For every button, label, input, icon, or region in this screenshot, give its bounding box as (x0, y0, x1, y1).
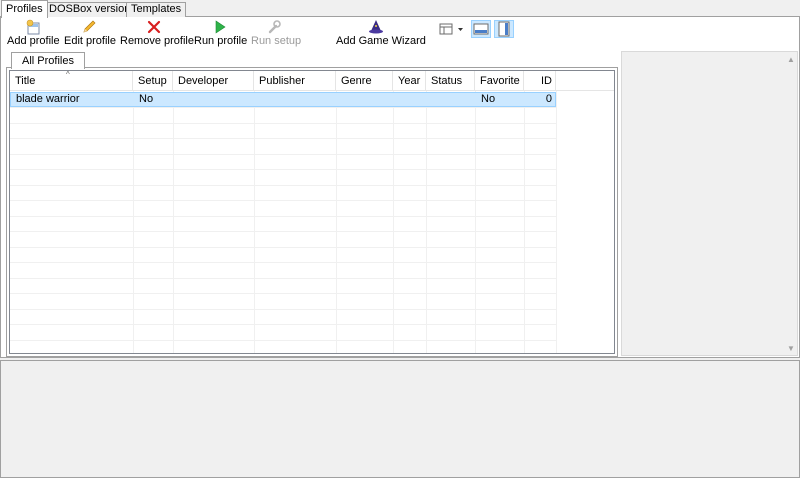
run-profile-label: Run profile (194, 35, 248, 47)
column-header-publisher-label: Publisher (259, 75, 305, 87)
run-setup-button[interactable]: Run setup (251, 19, 302, 49)
column-header-developer[interactable]: Developer (173, 71, 254, 91)
cell-title: blade warrior (16, 93, 80, 105)
run-setup-label: Run setup (251, 35, 302, 47)
edit-profile-button[interactable]: Edit profile (64, 19, 116, 49)
column-header-title-label: Title (15, 75, 36, 87)
column-header-favorite-label: Favorite (480, 75, 520, 87)
grid-line (10, 185, 556, 186)
profile-filter-tab-bar: All Profiles (6, 52, 618, 69)
grid-line (10, 262, 556, 263)
grid-line (426, 91, 427, 353)
sort-ascending-icon: ^ (66, 70, 70, 79)
table-row[interactable]: blade warrior No No 0 (10, 92, 556, 107)
grid-line (524, 91, 525, 353)
table-view-icon (439, 23, 463, 35)
column-header-year-label: Year (398, 75, 421, 87)
play-icon (215, 20, 226, 34)
add-profile-button[interactable]: Add profile (7, 19, 60, 49)
column-header-setup-label: Setup (138, 75, 167, 87)
grid-line (336, 91, 337, 353)
cell-year (394, 93, 427, 106)
column-header-year[interactable]: Year (393, 71, 426, 91)
scroll-down-arrow-icon[interactable]: ▼ (785, 343, 797, 355)
vertical-layout-icon (498, 21, 510, 37)
add-profile-label: Add profile (7, 35, 60, 47)
grid-line (10, 231, 556, 232)
cell-publisher (255, 93, 337, 106)
tab-templates-label: Templates (131, 3, 182, 15)
profiles-table[interactable]: Title ^ Setup Developer Publisher Genre … (9, 70, 615, 354)
grid-line (393, 91, 394, 353)
grid-line (10, 123, 556, 124)
cell-setup: No (139, 93, 154, 105)
grid-line (10, 324, 556, 325)
grid-line (475, 91, 476, 353)
grid-line (254, 91, 255, 353)
add-game-wizard-button[interactable]: Add Game Wizard (336, 19, 426, 49)
grid-line (556, 91, 557, 353)
profiles-panel: Title ^ Setup Developer Publisher Genre … (6, 67, 618, 357)
tab-profiles-label: Profiles (6, 3, 43, 15)
profile-details-panel: ▲ ▼ (621, 51, 798, 356)
grid-line (10, 247, 556, 248)
grid-line (10, 216, 556, 217)
wrench-icon (268, 20, 281, 34)
tab-profiles[interactable]: Profiles (1, 0, 48, 18)
column-header-id-label: ID (541, 75, 552, 87)
add-game-wizard-label: Add Game Wizard (336, 35, 426, 47)
grid-line (10, 107, 556, 108)
profile-info-pane (0, 360, 800, 478)
tab-dosbox-versions-label: DOSBox versions (49, 3, 136, 15)
cell-developer (174, 93, 255, 106)
grid-line (10, 278, 556, 279)
remove-profile-button[interactable]: Remove profile (120, 19, 194, 49)
grid-line (10, 154, 556, 155)
horizontal-layout-toggle[interactable] (471, 20, 491, 38)
toolbar: Add profile Edit profile Remove profile … (0, 17, 800, 51)
grid-line (10, 293, 556, 294)
grid-line (10, 200, 556, 201)
column-header-status[interactable]: Status (426, 71, 475, 91)
tab-all-profiles[interactable]: All Profiles (11, 52, 85, 69)
column-header-status-label: Status (431, 75, 463, 87)
tab-templates[interactable]: Templates (126, 2, 187, 17)
red-x-icon (147, 20, 161, 34)
scroll-up-arrow-icon[interactable]: ▲ (785, 54, 797, 66)
edit-profile-label: Edit profile (64, 35, 116, 47)
column-header-setup[interactable]: Setup (133, 71, 173, 91)
grid-line (133, 91, 134, 353)
column-header-id[interactable]: ID (524, 71, 556, 91)
remove-profile-label: Remove profile (120, 35, 194, 47)
tab-all-profiles-label: All Profiles (22, 55, 74, 67)
grid-line (10, 138, 556, 139)
horizontal-layout-icon (473, 23, 489, 35)
table-header: Title ^ Setup Developer Publisher Genre … (10, 71, 614, 91)
grid-line (10, 309, 556, 310)
view-columns-dropdown[interactable] (438, 20, 466, 38)
pencil-icon (83, 20, 96, 33)
column-header-publisher[interactable]: Publisher (254, 71, 336, 91)
grid-line (173, 91, 174, 353)
cell-favorite: No (481, 93, 496, 105)
column-header-title[interactable]: Title ^ (10, 71, 133, 91)
column-header-developer-label: Developer (178, 75, 229, 87)
wizard-hat-icon (369, 20, 383, 34)
column-header-favorite[interactable]: Favorite (475, 71, 524, 91)
cell-id: 0 (545, 93, 552, 105)
profiles-pane: All Profiles Title ^ Setup Developer Pub… (0, 51, 800, 358)
add-profile-icon (26, 19, 40, 35)
column-header-genre-label: Genre (341, 75, 372, 87)
cell-genre (337, 93, 394, 106)
cell-status (427, 93, 476, 106)
grid-line (10, 340, 556, 341)
grid-line (10, 169, 556, 170)
column-header-genre[interactable]: Genre (336, 71, 393, 91)
main-tab-bar: Profiles DOSBox versions Templates (0, 0, 800, 18)
run-profile-button[interactable]: Run profile (194, 19, 248, 49)
vertical-layout-toggle[interactable] (494, 20, 514, 38)
